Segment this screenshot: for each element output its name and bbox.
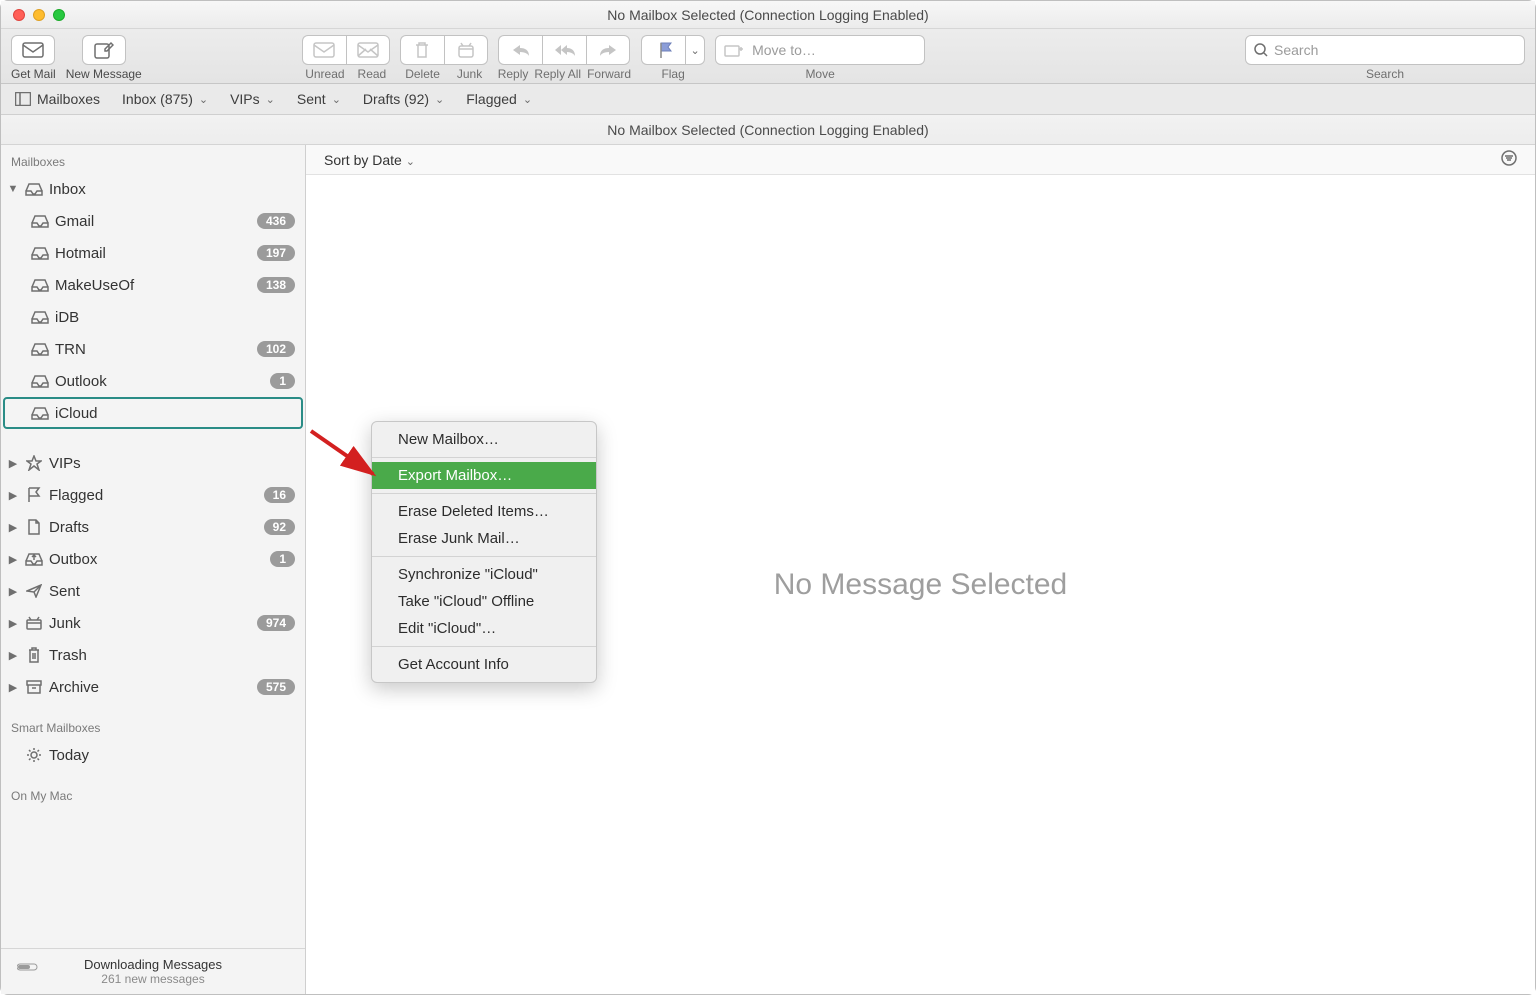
- today-row[interactable]: Today: [1, 739, 305, 771]
- mailbox-icon: [31, 404, 49, 422]
- smart-mailboxes-heading: Smart Mailboxes: [1, 711, 305, 739]
- outbox-icon: [25, 550, 43, 568]
- flag-menu-button[interactable]: ⌄: [685, 35, 705, 65]
- ctx-synchronize[interactable]: Synchronize "iCloud": [372, 561, 596, 588]
- new-message-label: New Message: [66, 67, 142, 81]
- star-icon: [25, 454, 43, 472]
- account-gmail[interactable]: Gmail436: [1, 205, 305, 237]
- mailbox-icon: [31, 212, 49, 230]
- reply-button[interactable]: [498, 35, 542, 65]
- junk-icon: [25, 614, 43, 632]
- gear-icon: [25, 746, 43, 764]
- ctx-take-offline[interactable]: Take "iCloud" Offline: [372, 588, 596, 615]
- activity-icon: [17, 962, 41, 972]
- ctx-erase-junk[interactable]: Erase Junk Mail…: [372, 525, 596, 552]
- search-placeholder: Search: [1274, 42, 1318, 58]
- inbox-row[interactable]: ▼ Inbox: [1, 173, 305, 205]
- filter-icon[interactable]: [1501, 150, 1517, 169]
- move-to-field[interactable]: Move to…: [715, 35, 925, 65]
- ctx-export-mailbox[interactable]: Export Mailbox…: [372, 462, 596, 489]
- account-makeuseof[interactable]: MakeUseOf138: [1, 269, 305, 301]
- fav-vips[interactable]: VIPs⌄: [230, 91, 275, 107]
- ctx-edit-account[interactable]: Edit "iCloud"…: [372, 615, 596, 642]
- mailbox-icon: [31, 308, 49, 326]
- flag-label: Flag: [661, 67, 684, 81]
- activity-line1: Downloading Messages: [11, 957, 295, 972]
- activity-footer: Downloading Messages 261 new messages: [1, 948, 305, 994]
- trash-icon: [25, 646, 43, 664]
- fav-flagged[interactable]: Flagged⌄: [466, 91, 532, 107]
- toolbar: Get Mail New Message Unread Read Delete Ju…: [1, 29, 1535, 84]
- mailbox-icon: [31, 276, 49, 294]
- mark-read-button[interactable]: [346, 35, 390, 65]
- favorites-bar: Mailboxes Inbox (875)⌄ VIPs⌄ Sent⌄ Draft…: [1, 84, 1535, 115]
- activity-line2: 261 new messages: [11, 972, 295, 986]
- drafts-row[interactable]: ▶Drafts92: [1, 511, 305, 543]
- sidebar: Mailboxes ▼ Inbox Gmail436 Hotmail197 Ma…: [1, 145, 306, 994]
- titlebar: No Mailbox Selected (Connection Logging …: [1, 1, 1535, 29]
- document-icon: [25, 518, 43, 536]
- get-mail-label: Get Mail: [11, 67, 56, 81]
- ctx-new-mailbox[interactable]: New Mailbox…: [372, 426, 596, 453]
- fav-inbox[interactable]: Inbox (875)⌄: [122, 91, 208, 107]
- reply-label: Reply: [498, 67, 529, 81]
- fav-sent[interactable]: Sent⌄: [297, 91, 341, 107]
- account-outlook[interactable]: Outlook1: [1, 365, 305, 397]
- move-label: Move: [805, 67, 834, 81]
- fav-drafts[interactable]: Drafts (92)⌄: [363, 91, 444, 107]
- reply-all-label: Reply All: [534, 67, 581, 81]
- mailboxes-heading: Mailboxes: [1, 145, 305, 173]
- ctx-erase-deleted[interactable]: Erase Deleted Items…: [372, 498, 596, 525]
- flag-icon: [25, 486, 43, 504]
- account-icloud[interactable]: iCloud: [3, 397, 303, 429]
- search-label: Search: [1366, 67, 1404, 81]
- delete-label: Delete: [405, 67, 440, 81]
- mailbox-icon: [31, 340, 49, 358]
- secondary-title: No Mailbox Selected (Connection Logging …: [1, 115, 1535, 145]
- account-idb[interactable]: iDB: [1, 301, 305, 333]
- archive-icon: [25, 678, 43, 696]
- account-hotmail[interactable]: Hotmail197: [1, 237, 305, 269]
- read-label: Read: [358, 67, 387, 81]
- search-field[interactable]: Search: [1245, 35, 1525, 65]
- reply-all-button[interactable]: [542, 35, 586, 65]
- forward-button[interactable]: [586, 35, 630, 65]
- delete-button[interactable]: [400, 35, 444, 65]
- on-my-mac-heading: On My Mac: [1, 779, 305, 807]
- junk-button[interactable]: [444, 35, 488, 65]
- unread-label: Unread: [305, 67, 344, 81]
- context-menu: New Mailbox… Export Mailbox… Erase Delet…: [371, 421, 597, 683]
- flag-button[interactable]: [641, 35, 685, 65]
- sort-bar[interactable]: Sort by Date ⌄: [306, 145, 1535, 175]
- window-title: No Mailbox Selected (Connection Logging …: [1, 7, 1535, 23]
- vips-row[interactable]: ▶VIPs: [1, 447, 305, 479]
- junk-row[interactable]: ▶Junk974: [1, 607, 305, 639]
- ctx-account-info[interactable]: Get Account Info: [372, 651, 596, 678]
- junk-label: Junk: [457, 67, 482, 81]
- move-placeholder: Move to…: [752, 42, 816, 58]
- mailboxes-toggle[interactable]: Mailboxes: [15, 91, 100, 107]
- new-message-button[interactable]: [82, 35, 126, 65]
- paperplane-icon: [25, 582, 43, 600]
- no-message-selected: No Message Selected: [774, 568, 1068, 602]
- outbox-row[interactable]: ▶Outbox1: [1, 543, 305, 575]
- trash-row[interactable]: ▶Trash: [1, 639, 305, 671]
- mark-unread-button[interactable]: [302, 35, 346, 65]
- forward-label: Forward: [587, 67, 631, 81]
- sent-row[interactable]: ▶Sent: [1, 575, 305, 607]
- mailbox-icon: [31, 372, 49, 390]
- account-trn[interactable]: TRN102: [1, 333, 305, 365]
- archive-row[interactable]: ▶Archive575: [1, 671, 305, 703]
- mailbox-icon: [31, 244, 49, 262]
- inbox-icon: [25, 180, 43, 198]
- flagged-row[interactable]: ▶Flagged16: [1, 479, 305, 511]
- get-mail-button[interactable]: [11, 35, 55, 65]
